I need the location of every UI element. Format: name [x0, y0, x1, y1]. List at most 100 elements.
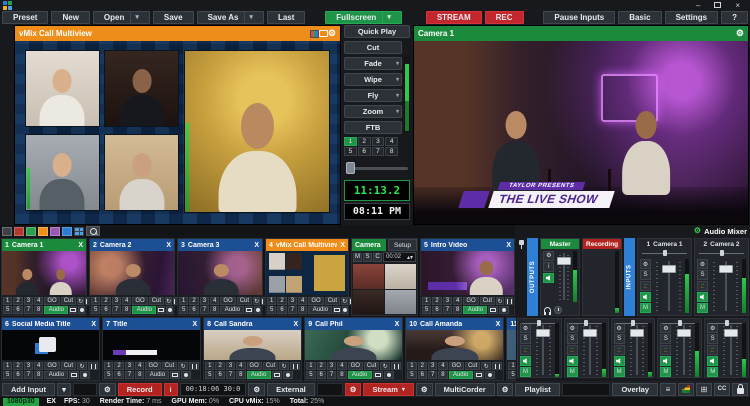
solo-button[interactable]: S — [640, 270, 651, 280]
input-title-bar[interactable]: 2Camera 2X — [90, 239, 174, 251]
pause-icon[interactable] — [88, 362, 98, 370]
transition-fly-button[interactable]: Fly▾ — [344, 89, 402, 102]
audio-toggle-button[interactable]: Audio — [220, 306, 244, 314]
settings-button[interactable]: Settings — [665, 11, 719, 24]
fullscreen-button[interactable]: Fullscreen▾ — [325, 11, 402, 24]
gear-icon[interactable]: ⚙ — [543, 251, 554, 261]
input-quickkey-6[interactable]: 6 — [317, 371, 326, 379]
external-settings-gear-icon[interactable]: ⚙ — [248, 383, 265, 396]
input-thumbnail[interactable] — [266, 251, 348, 295]
master-fader[interactable] — [557, 251, 571, 302]
input-quickkey-6[interactable]: 6 — [432, 306, 441, 314]
solo-button[interactable]: S — [614, 334, 625, 344]
input-title-bar[interactable]: 7TitleX — [103, 318, 200, 330]
inputs-strip[interactable]: INPUTS — [624, 238, 635, 316]
input-title-bar[interactable]: 10Call AmandaX — [406, 318, 503, 330]
pin-icon[interactable] — [518, 240, 525, 250]
channel-fader[interactable] — [581, 323, 600, 377]
monitor-icon[interactable] — [373, 371, 383, 379]
input-quickkey-3[interactable]: 3 — [24, 362, 33, 370]
chevron-down-icon[interactable]: ▾ — [382, 12, 391, 23]
input-vmix-call-multiview[interactable]: 4vMix Call MultiviewX1234GOCut↻5678Audio — [265, 238, 349, 316]
chevron-down-icon[interactable]: ▾ — [396, 108, 399, 115]
speaker-icon[interactable] — [697, 292, 708, 302]
input-quickkey-3[interactable]: 3 — [443, 297, 452, 305]
transition-wipe-button[interactable]: Wipe▾ — [344, 73, 402, 86]
t-bar-handle[interactable] — [346, 162, 355, 174]
stinger-number-button[interactable]: 2 — [358, 137, 371, 146]
mute-button[interactable]: M — [707, 367, 718, 377]
input-quickkey-go[interactable]: GO — [44, 297, 59, 305]
category-color-button[interactable] — [38, 227, 48, 236]
loop-icon[interactable]: ↻ — [253, 297, 260, 305]
record-dot-icon[interactable] — [283, 371, 293, 379]
input-quickkey-8[interactable]: 8 — [122, 306, 131, 314]
ptz-preset-thumbnail[interactable] — [353, 264, 384, 289]
input-quickkey-1[interactable]: 1 — [267, 297, 276, 305]
colorbars-icon[interactable] — [310, 30, 319, 38]
playlist-settings-gear-icon[interactable]: ⚙ — [497, 383, 514, 396]
audio-toggle-button[interactable]: Audio — [44, 306, 68, 314]
input-quickkey-cut[interactable]: Cut — [237, 297, 252, 305]
input-quickkey-go[interactable]: GO — [220, 297, 235, 305]
input-quickkey-go[interactable]: GO — [44, 362, 59, 370]
close-icon[interactable]: X — [294, 321, 299, 328]
input-social-media-title[interactable]: 6Social Media TitleX1234GOCut↻5678Audio — [1, 317, 100, 381]
outputs-strip[interactable]: OUTPUTS — [527, 238, 538, 316]
preview-video[interactable] — [15, 41, 340, 224]
loop-icon[interactable]: ↻ — [178, 362, 188, 370]
input-quickkey-cut[interactable]: Cut — [263, 362, 278, 370]
input-quickkey-2[interactable]: 2 — [13, 362, 22, 370]
program-video[interactable]: TAYLOR PRESENTS THE LIVE SHOW — [414, 41, 748, 224]
input-quickkey-go[interactable]: GO — [132, 297, 147, 305]
stepper-arrows-icon[interactable]: ▴▾ — [407, 254, 413, 261]
input-quickkey-7[interactable]: 7 — [428, 371, 437, 379]
audio-toggle-button[interactable]: Audio — [348, 371, 372, 379]
input-thumbnail[interactable] — [204, 330, 301, 360]
input-quickkey-1[interactable]: 1 — [179, 297, 188, 305]
gear-icon[interactable]: ⚙ — [694, 227, 701, 235]
record-dot-icon[interactable] — [166, 306, 173, 314]
input-quickkey-cut[interactable]: Cut — [162, 362, 177, 370]
input-quickkey-2[interactable]: 2 — [189, 297, 198, 305]
mixer-channel-intro-video[interactable]: 5Intro Video⚙S→←M — [517, 318, 562, 378]
chevron-down-icon[interactable]: ▾ — [57, 383, 71, 396]
input-quickkey-8[interactable]: 8 — [453, 306, 462, 314]
bus-routing-icon[interactable]: →← — [567, 345, 578, 355]
input-call-amanda[interactable]: 10Call AmandaX1234GOCut↻5678Audio — [405, 317, 504, 381]
stream-status-badge[interactable]: STREAM — [426, 11, 482, 24]
input-quickkey-7[interactable]: 7 — [200, 306, 209, 314]
new-button[interactable]: New — [51, 11, 89, 24]
pause-icon[interactable] — [189, 362, 199, 370]
mixer-channel-call-chris[interactable]: 11Call Chris⚙S→←M — [704, 318, 749, 378]
input-ptz-camera[interactable]: CameraSetupMSC00:02▴▾ — [351, 238, 418, 316]
input-quickkey-2[interactable]: 2 — [432, 297, 441, 305]
record-button[interactable]: Record — [118, 383, 162, 396]
category-color-button[interactable] — [62, 227, 72, 236]
audio-toggle-button[interactable]: Audio — [44, 371, 68, 379]
monitor-icon[interactable] — [488, 306, 498, 314]
lock-icon[interactable] — [732, 383, 748, 396]
speaker-icon[interactable] — [707, 356, 718, 366]
input-call-phil[interactable]: 9Call PhilX1234GOCut↻5678Audio — [304, 317, 403, 381]
monitor-icon[interactable] — [272, 371, 282, 379]
input-quickkey-3[interactable]: 3 — [428, 362, 437, 370]
ptz-preset-thumbnail[interactable] — [353, 290, 384, 315]
chevron-down-icon[interactable]: ▾ — [396, 76, 399, 83]
ptz-setup-button[interactable]: Setup — [388, 239, 417, 251]
menu-icon[interactable]: ≡ — [660, 383, 676, 396]
mixer-channel-camera-2[interactable]: 2Camera 2⚙S→←M — [694, 238, 749, 316]
close-icon[interactable]: X — [91, 321, 96, 328]
loop-icon[interactable]: ↻ — [341, 297, 348, 305]
input-quickkey-7[interactable]: 7 — [443, 306, 452, 314]
channel-fader[interactable] — [654, 259, 683, 313]
stinger-number-button[interactable]: 5 — [344, 147, 357, 156]
input-quickkey-4[interactable]: 4 — [236, 362, 245, 370]
save-as-button[interactable]: Save As▾ — [197, 11, 264, 24]
monitor-icon[interactable] — [319, 30, 328, 37]
input-quickkey-1[interactable]: 1 — [422, 297, 431, 305]
ptz-preset-thumbnail[interactable] — [385, 290, 416, 315]
input-quickkey-6[interactable]: 6 — [189, 306, 198, 314]
channel-fader[interactable] — [674, 323, 693, 377]
input-quickkey-5[interactable]: 5 — [205, 371, 214, 379]
